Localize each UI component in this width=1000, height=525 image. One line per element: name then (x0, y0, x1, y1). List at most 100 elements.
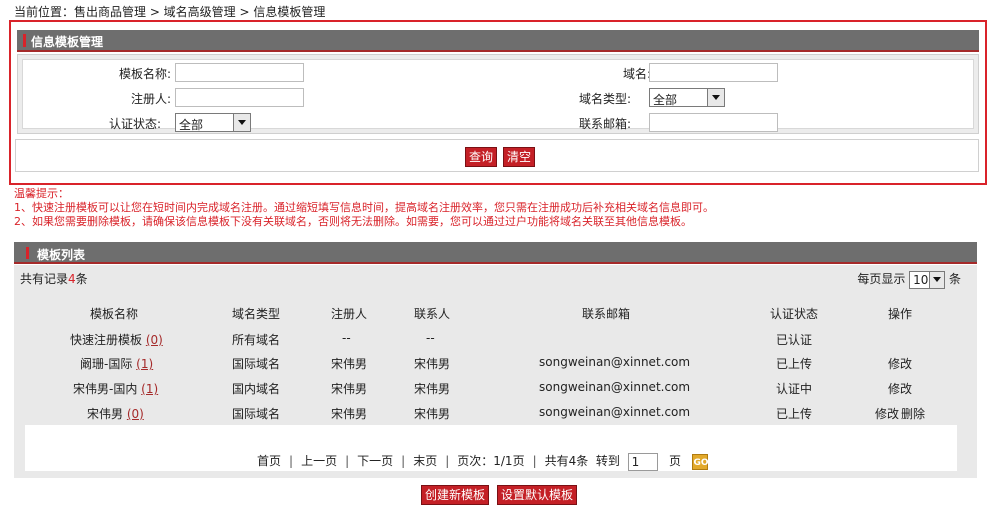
header-marker (23, 34, 26, 47)
go-button[interactable]: GO (692, 453, 709, 470)
list-panel-header: 模板列表 (14, 242, 977, 264)
registrant-cell: -- (342, 331, 351, 345)
column-header: 认证状态 (770, 307, 819, 321)
status-cell: 认证中 (776, 382, 813, 396)
chevron-down-icon[interactable] (929, 271, 945, 288)
status-cell: 已上传 (776, 357, 813, 371)
status-cell: 已认证 (776, 333, 813, 347)
search-panel: 信息模板管理 模板名称: 域名: 注册人: 域名类型: 全部 认证状态: 全部 … (9, 20, 987, 185)
chevron-down-icon[interactable] (707, 89, 724, 106)
template-list: 共有记录4条 每页显示 10 条 模板名称 域名类型 注册人 联系人 联系邮箱 … (14, 265, 977, 478)
per-page-select[interactable]: 10 (909, 270, 946, 289)
auth-status-value: 全部 (179, 118, 204, 132)
page-info: 页次：1/1页 (457, 454, 525, 468)
contact-cell: -- (426, 331, 435, 345)
domain-type-cell: 国际域名 (232, 407, 281, 421)
last-page-link[interactable]: 末页 (413, 454, 437, 468)
template-domain-count-link[interactable]: (0) (146, 333, 163, 347)
record-total: 共有记录4条 (20, 270, 88, 287)
domain-label: 域名: (622, 67, 651, 81)
query-button[interactable]: 查询 (465, 147, 498, 167)
goto-label: 转到 (595, 454, 620, 468)
email-cell: songweinan@xinnet.com (539, 380, 691, 394)
tips-line-1: 1、快速注册模板可以让您在短时间内完成域名注册。通过缩短填写信息时间，提高域名注… (14, 201, 714, 214)
registrant-input[interactable] (175, 88, 304, 107)
search-form-inner: 模板名称: 域名: 注册人: 域名类型: 全部 认证状态: 全部 联系邮箱: (22, 59, 974, 132)
domain-type-value: 全部 (653, 93, 678, 107)
prev-page-link[interactable]: 上一页 (301, 454, 337, 468)
goto-page-input[interactable]: 1 (627, 452, 658, 471)
column-header: 域名类型 (232, 307, 281, 321)
auth-status-label: 认证状态: (108, 117, 161, 131)
template-domain-count-link[interactable]: (1) (136, 357, 153, 371)
column-header: 联系人 (414, 307, 451, 321)
column-header: 操作 (888, 307, 913, 321)
table-row-name: 阚珊-国际 (1) (80, 355, 153, 372)
total-prefix: 共有记录 (20, 272, 69, 286)
create-template-button[interactable]: 创建新模板 (421, 485, 490, 505)
edit-link[interactable]: 修改 (888, 355, 912, 372)
domain-type-cell: 所有域名 (232, 333, 281, 347)
auth-status-select[interactable]: 全部 (175, 113, 251, 132)
page-unit: 页 (669, 454, 682, 468)
per-page-unit: 条 (948, 272, 961, 286)
registrant-label: 注册人: (130, 92, 171, 106)
per-page: 每页显示 10 条 (857, 270, 961, 289)
domain-type-cell: 国内域名 (232, 382, 281, 396)
total-count: 4 (68, 272, 76, 286)
first-page-link[interactable]: 首页 (257, 454, 281, 468)
registrant-cell: 宋伟男 (331, 382, 368, 396)
registrant-cell: 宋伟男 (331, 357, 368, 371)
column-header: 模板名称 (90, 307, 139, 321)
template-name-label: 模板名称: (118, 67, 171, 81)
delete-link[interactable]: 删除 (901, 405, 925, 422)
contact-cell: 宋伟男 (414, 382, 451, 396)
domain-type-select[interactable]: 全部 (649, 88, 725, 107)
set-default-template-button[interactable]: 设置默认模板 (497, 485, 578, 505)
template-name: 宋伟男-国内 (73, 382, 138, 396)
header-marker (26, 247, 29, 259)
total-info: 共有4条 (544, 454, 589, 468)
column-header: 联系邮箱 (582, 307, 631, 321)
search-form: 模板名称: 域名: 注册人: 域名类型: 全部 认证状态: 全部 联系邮箱: (17, 54, 979, 134)
template-domain-count-link[interactable]: (1) (141, 382, 158, 396)
contact-cell: 宋伟男 (414, 357, 451, 371)
search-actions: 查询 清空 (15, 139, 979, 172)
edit-link[interactable]: 修改 (888, 380, 912, 397)
pagination: 首页 | 上一页 | 下一页 | 末页 | 页次：1/1页 | 共有4条 转到 1 页 GO (257, 452, 709, 471)
domain-type-label: 域名类型: (578, 92, 631, 106)
chevron-down-icon[interactable] (233, 114, 250, 131)
contact-cell: 宋伟男 (414, 407, 451, 421)
list-panel-title: 模板列表 (37, 248, 86, 262)
email-cell: songweinan@xinnet.com (539, 355, 691, 369)
search-panel-header: 信息模板管理 (17, 30, 979, 52)
tips-line-2: 2、如果您需要删除模板，请确保该信息模板下没有关联域名，否则将无法删除。如需要，… (14, 215, 692, 228)
table-row-name: 宋伟男-国内 (1) (73, 380, 158, 397)
template-name: 阚珊-国际 (80, 357, 133, 371)
status-cell: 已上传 (776, 407, 813, 421)
next-page-link[interactable]: 下一页 (357, 454, 393, 468)
template-name: 快速注册模板 (70, 333, 143, 347)
contact-email-label: 联系邮箱: (578, 117, 631, 131)
table-row-name: 快速注册模板 (0) (70, 331, 163, 348)
domain-input[interactable] (649, 63, 778, 82)
domain-type-cell: 国际域名 (232, 357, 281, 371)
template-domain-count-link[interactable]: (0) (127, 407, 144, 421)
tips: 温馨提示： 1、快速注册模板可以让您在短时间内完成域名注册。通过缩短填写信息时间… (14, 187, 714, 229)
search-panel-title: 信息模板管理 (31, 35, 104, 49)
per-page-label: 每页显示 (857, 272, 906, 286)
contact-email-input[interactable] (649, 113, 778, 132)
tips-title: 温馨提示： (14, 187, 69, 200)
template-name: 宋伟男 (87, 407, 124, 421)
edit-link[interactable]: 修改 (875, 405, 899, 422)
per-page-value: 10 (913, 272, 929, 287)
column-header: 注册人 (331, 307, 368, 321)
registrant-cell: 宋伟男 (331, 407, 368, 421)
table-row-name: 宋伟男 (0) (87, 405, 144, 422)
email-cell: songweinan@xinnet.com (539, 405, 691, 419)
total-suffix: 条 (75, 272, 88, 286)
template-name-input[interactable] (175, 63, 304, 82)
pagination-box: 首页 | 上一页 | 下一页 | 末页 | 页次：1/1页 | 共有4条 转到 1 页 GO (25, 425, 957, 471)
clear-button[interactable]: 清空 (503, 147, 536, 167)
breadcrumb: 当前位置：售出商品管理 > 域名高级管理 > 信息模板管理 (14, 5, 326, 19)
